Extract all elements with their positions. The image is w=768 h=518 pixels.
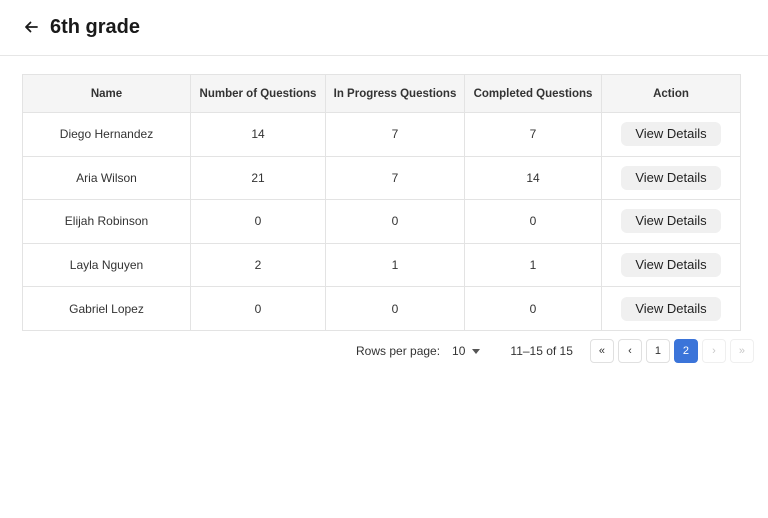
table-header-row: Name Number of Questions In Progress Que… [22, 74, 741, 113]
rows-per-page-label: Rows per page: [356, 344, 441, 358]
column-header-in-progress-questions: In Progress Questions [325, 74, 465, 113]
action-cell: View Details [601, 112, 741, 157]
student-name: Elijah Robinson [22, 199, 191, 244]
next-page-button[interactable]: › [701, 339, 726, 363]
first-page-button[interactable]: « [589, 339, 614, 363]
view-details-button[interactable]: View Details [621, 209, 721, 234]
page-button-1[interactable]: 1 [645, 339, 670, 363]
page-button-2[interactable]: 2 [673, 339, 698, 363]
caret-down-icon [472, 348, 481, 354]
page-title: 6th grade [50, 16, 141, 38]
completed-questions: 14 [464, 155, 602, 201]
previous-page-button[interactable]: ‹ [617, 339, 642, 363]
back-button[interactable] [20, 16, 42, 38]
action-cell: View Details [601, 286, 741, 331]
column-header-action: Action [601, 74, 741, 113]
student-name: Aria Wilson [22, 155, 191, 201]
in-progress-questions: 7 [325, 155, 465, 201]
column-header-completed-questions: Completed Questions [464, 74, 602, 113]
rows-per-page-value: 10 [452, 344, 466, 358]
action-cell: View Details [601, 199, 741, 244]
view-details-button[interactable]: View Details [621, 122, 721, 147]
completed-questions: 0 [464, 286, 602, 331]
student-name: Diego Hernandez [22, 112, 191, 157]
in-progress-questions: 1 [325, 242, 465, 288]
column-header-number-of-questions: Number of Questions [190, 74, 326, 113]
rows-per-page-select[interactable]: 10 [452, 344, 481, 358]
view-details-button[interactable]: View Details [621, 253, 721, 278]
number-of-questions: 0 [190, 199, 326, 244]
arrow-left-icon [25, 21, 38, 33]
students-table: Name Number of Questions In Progress Que… [22, 74, 741, 331]
table-row: Layla Nguyen 2 1 1 View Details [22, 242, 741, 288]
last-page-button[interactable]: » [729, 339, 754, 363]
student-name: Layla Nguyen [22, 242, 191, 288]
column-header-name: Name [22, 74, 191, 113]
table-row: Elijah Robinson 0 0 0 View Details [22, 199, 741, 244]
view-details-button[interactable]: View Details [621, 165, 721, 190]
table-row: Diego Hernandez 14 7 7 View Details [22, 112, 741, 157]
in-progress-questions: 0 [325, 286, 465, 331]
page-range-label: 11–15 of 15 [510, 344, 573, 358]
in-progress-questions: 0 [325, 199, 465, 244]
completed-questions: 7 [464, 112, 602, 157]
table-row: Gabriel Lopez 0 0 0 View Details [22, 286, 741, 331]
completed-questions: 0 [464, 199, 602, 244]
number-of-questions: 0 [190, 286, 326, 331]
action-cell: View Details [601, 155, 741, 201]
action-cell: View Details [601, 242, 741, 288]
completed-questions: 1 [464, 242, 602, 288]
number-of-questions: 21 [190, 155, 326, 201]
pagination: Rows per page: 10 11–15 of 15 « ‹ 1 2 › … [356, 338, 758, 364]
in-progress-questions: 7 [325, 112, 465, 157]
view-details-button[interactable]: View Details [621, 296, 721, 321]
number-of-questions: 2 [190, 242, 326, 288]
number-of-questions: 14 [190, 112, 326, 157]
table-row: Aria Wilson 21 7 14 View Details [22, 155, 741, 201]
student-name: Gabriel Lopez [22, 286, 191, 331]
page-header: 6th grade [0, 0, 768, 56]
